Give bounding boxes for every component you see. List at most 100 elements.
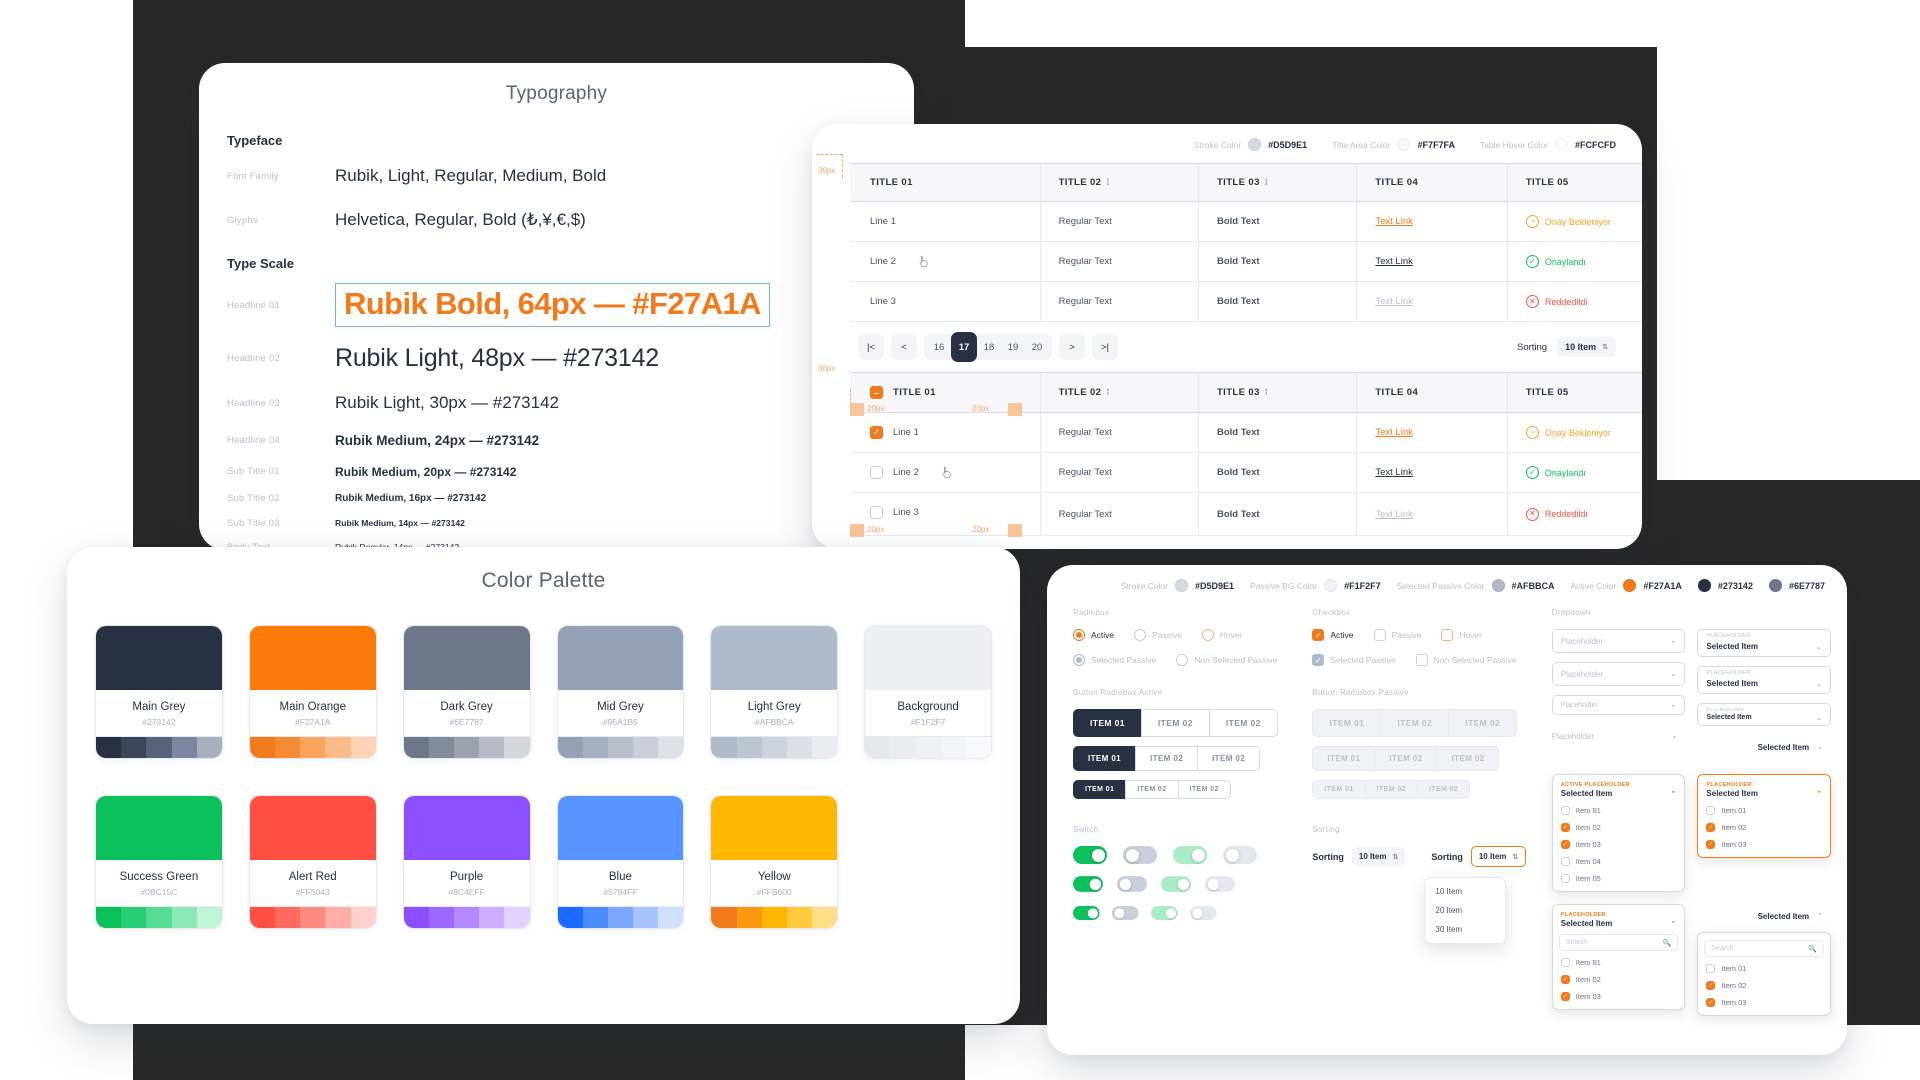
dropdown-item[interactable]: Item 01 [1553, 802, 1685, 819]
radio-option-hover[interactable]: Hover [1201, 629, 1243, 641]
dropdown-search-input[interactable]: Search 🔍 [1704, 940, 1825, 957]
button-radio-item[interactable]: ITEM 02 [1177, 780, 1231, 799]
checkbox-icon[interactable]: ✓ [1312, 629, 1325, 641]
column-header-title-01[interactable]: TITLE 01 [850, 163, 1041, 202]
checkbox-option-passive[interactable]: Passive [1373, 629, 1421, 641]
sorting-select-2[interactable]: 10 Item ⇅ [1470, 846, 1527, 867]
dropdown-item[interactable]: Item 01 [1698, 960, 1830, 977]
text-link[interactable]: Text Link [1375, 509, 1413, 520]
checkbox-icon[interactable]: ✓ [1560, 992, 1570, 1001]
pagination-prev-button[interactable]: < [891, 334, 917, 360]
pagination-last-button[interactable]: >| [1092, 334, 1118, 360]
sorting-option[interactable]: 20 Item [1425, 901, 1505, 920]
row-checkbox[interactable] [870, 506, 883, 519]
button-radio-item[interactable]: ITEM 02 [1140, 709, 1210, 737]
table-row[interactable]: Line 2 Regular Text Bold Text Text Link … [850, 241, 1642, 282]
text-link[interactable]: Text Link [1375, 256, 1413, 267]
sorting-option[interactable]: 30 Item [1425, 920, 1505, 939]
checkbox-icon[interactable]: ✓ [1560, 840, 1570, 849]
dropdown-item[interactable]: Item 01 [1698, 802, 1830, 819]
dropdown-item[interactable]: ✓ Item 02 [1553, 971, 1685, 988]
chevron-up-icon[interactable]: ⌃ [1816, 790, 1822, 798]
dropdown-item[interactable]: ✓ Item 03 [1698, 994, 1830, 1011]
button-radio-item[interactable]: ITEM 01 [1312, 780, 1366, 799]
dropdown-placeholder-3[interactable]: Placeholder ⌄ [1551, 695, 1686, 715]
button-radio-item[interactable]: ITEM 01 [1312, 746, 1376, 771]
dropdown-item[interactable]: Item 04 [1553, 853, 1685, 870]
pagination-next-button[interactable]: > [1059, 334, 1085, 360]
toggle-switch-off-passive[interactable] [1190, 905, 1217, 921]
chevron-up-icon[interactable]: ⌃ [1671, 920, 1677, 928]
toggle-switch-off-passive[interactable] [1205, 876, 1235, 892]
dropdown-placeholder-2[interactable]: Placeholder ⌄ [1551, 662, 1686, 686]
radio-icon[interactable] [1073, 654, 1085, 666]
checkbox-option-hover[interactable]: Hover [1441, 629, 1482, 641]
button-radio-item[interactable]: ITEM 02 [1436, 746, 1500, 771]
button-radio-item[interactable]: ITEM 02 [1197, 746, 1261, 771]
checkbox-icon[interactable] [1706, 806, 1716, 815]
button-radio-item[interactable]: ITEM 01 [1312, 709, 1382, 737]
checkbox-icon[interactable]: ✓ [1706, 998, 1716, 1007]
checkbox-option-active[interactable]: ✓ Active [1312, 629, 1354, 641]
chevron-up-icon[interactable]: ⌃ [1671, 790, 1677, 798]
toggle-switch-on-passive[interactable] [1161, 876, 1191, 892]
radio-icon[interactable] [1073, 629, 1085, 641]
toggle-switch-on[interactable] [1073, 905, 1100, 921]
sorting-select-1[interactable]: 10 Item ⇅ [1351, 847, 1406, 866]
checkbox-icon[interactable]: ✓ [1560, 823, 1570, 832]
checkbox-icon[interactable] [1560, 857, 1570, 866]
checkbox-icon[interactable] [1706, 964, 1716, 973]
toggle-switch-off[interactable] [1117, 876, 1147, 892]
radio-option-non-selected-passive[interactable]: Non Selected Passive [1176, 654, 1277, 666]
checkbox-icon[interactable]: ✓ [1706, 840, 1716, 849]
column-header-title-04[interactable]: TITLE 04 [1356, 163, 1508, 202]
table-row[interactable]: ✓ Line 1 Regular Text Bold Text Text Lin… [850, 412, 1642, 453]
button-radio-item[interactable]: ITEM 02 [1448, 709, 1518, 737]
sorting-select[interactable]: 10 Item ⇅ [1557, 337, 1616, 357]
sort-icon[interactable]: ⁞ [1106, 387, 1109, 397]
button-radio-item[interactable]: ITEM 02 [1380, 709, 1450, 737]
radio-icon[interactable] [1134, 629, 1147, 641]
table-row[interactable]: Line 1 Regular Text Bold Text Text Link … [850, 201, 1642, 242]
toggle-switch-off[interactable] [1123, 846, 1157, 864]
toggle-switch-off[interactable] [1112, 905, 1139, 921]
radio-option-selected-passive[interactable]: Selected Passive [1073, 654, 1156, 666]
button-radio-item[interactable]: ITEM 01 [1073, 709, 1142, 737]
dropdown-placeholder-borderless[interactable]: Placeholder ⌄ [1551, 724, 1686, 748]
column-header-title-04[interactable]: TITLE 04 [1356, 372, 1508, 413]
pagination-page-19[interactable]: 19 [1001, 334, 1025, 360]
sorting-option[interactable]: 10 Item [1425, 882, 1505, 901]
text-link[interactable]: Text Link [1375, 427, 1413, 438]
column-header-title-03[interactable]: TITLE 03 ⁞ [1198, 163, 1358, 202]
column-header-title-05[interactable]: TITLE 05 [1507, 163, 1642, 202]
dropdown-selected-2[interactable]: PLACEHOLDER Selected Item ⌄ [1697, 666, 1832, 694]
button-radio-item[interactable]: ITEM 02 [1374, 746, 1438, 771]
button-radio-item[interactable]: ITEM 02 [1125, 780, 1179, 799]
dropdown-item[interactable]: ✓ Item 03 [1698, 836, 1830, 853]
dropdown-selected-borderless[interactable]: Selected Item ⌄ [1697, 735, 1832, 759]
dropdown-item[interactable]: Item 01 [1553, 954, 1685, 971]
toggle-switch-on[interactable] [1073, 876, 1103, 892]
column-header-title-02[interactable]: TITLE 02 ⁞ [1040, 372, 1199, 413]
row-checkbox[interactable] [870, 466, 883, 479]
toggle-switch-on-passive[interactable] [1173, 846, 1207, 864]
checkbox-option-non-selected-passive[interactable]: Non Selected Passive [1415, 654, 1517, 666]
table-row[interactable]: Line 3 Regular Text Bold Text Text Link … [850, 492, 1642, 536]
checkbox-icon[interactable]: ✓ [1706, 981, 1716, 990]
dropdown-placeholder-1[interactable]: Placeholder ⌄ [1551, 629, 1686, 653]
text-link[interactable]: Text Link [1375, 216, 1413, 227]
dropdown-selected-3[interactable]: PLACEHOLDER Selected Item ⌄ [1697, 703, 1832, 726]
checkbox-icon[interactable] [1441, 629, 1454, 641]
button-radio-item[interactable]: ITEM 02 [1364, 780, 1418, 799]
text-link[interactable]: Text Link [1375, 467, 1413, 478]
column-header-title-05[interactable]: TITLE 05 [1507, 372, 1642, 413]
dropdown-item[interactable]: ✓ Item 02 [1698, 977, 1830, 994]
dropdown-search-active-trigger[interactable]: Selected Item ⌃ [1697, 904, 1832, 928]
toggle-switch-on[interactable] [1073, 846, 1107, 864]
select-all-checkbox[interactable]: – [870, 386, 883, 399]
checkbox-icon[interactable]: ✓ [1560, 975, 1570, 984]
sort-icon[interactable]: ⁞ [1265, 177, 1268, 187]
table-row[interactable]: Line 3 Regular Text Bold Text Text Link … [850, 281, 1642, 322]
checkbox-icon[interactable] [1560, 806, 1570, 815]
pagination-page-16[interactable]: 16 [927, 334, 951, 360]
